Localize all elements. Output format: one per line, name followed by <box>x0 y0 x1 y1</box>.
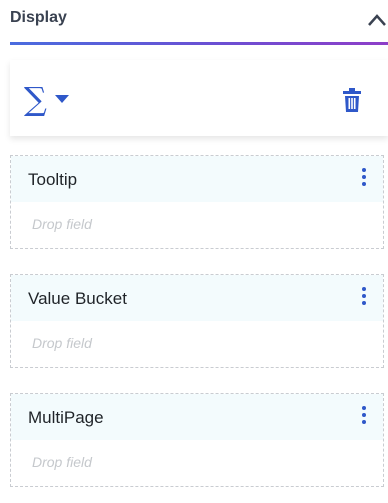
drop-zone-header: Value Bucket <box>11 275 383 321</box>
drop-zone-multipage[interactable]: MultiPage Drop field <box>10 393 384 487</box>
drop-zone-label: Tooltip <box>28 170 78 189</box>
caret-down-icon <box>54 95 69 103</box>
drop-zone-tooltip[interactable]: Tooltip Drop field <box>10 155 384 249</box>
trash-icon[interactable] <box>342 86 362 114</box>
section-accent-line <box>10 42 388 45</box>
more-options-icon[interactable] <box>359 406 369 430</box>
aggregation-dropdown-button[interactable]: ∑ <box>24 82 94 116</box>
drop-zone-label: Value Bucket <box>28 289 127 308</box>
aggregation-toolbar: ∑ <box>10 60 388 136</box>
section-title: Display <box>10 9 67 26</box>
more-options-icon[interactable] <box>359 287 369 311</box>
drop-zone-label: MultiPage <box>28 408 104 427</box>
drop-field-placeholder: Drop field <box>32 454 92 470</box>
drop-field-placeholder: Drop field <box>32 216 92 232</box>
drop-zone-header: MultiPage <box>11 394 383 440</box>
chevron-up-icon[interactable] <box>366 12 388 28</box>
sigma-icon: ∑ <box>24 80 47 118</box>
display-section-header[interactable]: Display <box>0 0 388 44</box>
drop-zone-value-bucket[interactable]: Value Bucket Drop field <box>10 274 384 368</box>
drop-field-placeholder: Drop field <box>32 335 92 351</box>
drop-zone-header: Tooltip <box>11 156 383 202</box>
more-options-icon[interactable] <box>359 168 369 192</box>
